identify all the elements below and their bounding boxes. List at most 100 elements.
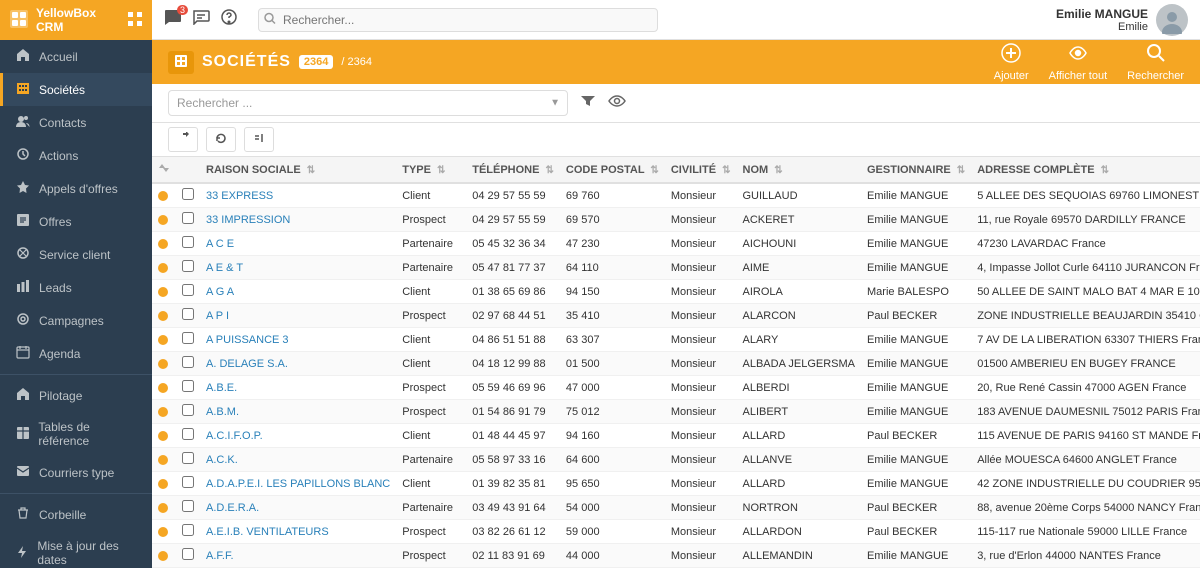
sidebar-item-appels[interactable]: Appels d'offres (0, 172, 152, 205)
sidebar-label-agenda: Agenda (39, 347, 80, 361)
show-all-button[interactable]: Afficher tout (1049, 43, 1108, 82)
sidebar-item-contacts[interactable]: Contacts (0, 106, 152, 139)
table-row: A.E.I.B. VENTILATEURS Prospect 03 82 26 … (152, 520, 1200, 544)
col-header-civilite[interactable]: CIVILITÉ ⇅ (665, 157, 737, 183)
row-checkbox[interactable] (182, 404, 194, 416)
row-telephone: 02 11 83 91 69 (466, 544, 560, 568)
row-civilite: Monsieur (665, 448, 737, 472)
sidebar-item-maj-dates[interactable]: Mise à jour des dates (0, 531, 152, 568)
row-checkbox[interactable] (182, 332, 194, 344)
add-button[interactable]: Ajouter (994, 43, 1029, 82)
sidebar-item-accueil[interactable]: Accueil (0, 40, 152, 73)
sidebar-label-contacts: Contacts (39, 116, 86, 130)
row-status-dot (158, 335, 168, 345)
row-civilite: Monsieur (665, 544, 737, 568)
row-checkbox[interactable] (182, 452, 194, 464)
row-checkbox[interactable] (182, 380, 194, 392)
row-checkbox-cell[interactable] (176, 328, 200, 352)
row-nom: ALLARD (737, 472, 862, 496)
row-raison: 33 EXPRESS (200, 183, 396, 208)
row-checkbox-cell[interactable] (176, 448, 200, 472)
col-header-adresse[interactable]: ADRESSE COMPLÈTE ⇅ (971, 157, 1200, 183)
col-header-gestionnaire[interactable]: GESTIONNAIRE ⇅ (861, 157, 971, 183)
row-checkbox[interactable] (182, 212, 194, 224)
row-type: Client (396, 472, 466, 496)
col-header-type[interactable]: TYPE ⇅ (396, 157, 466, 183)
row-checkbox-cell[interactable] (176, 208, 200, 232)
row-checkbox-cell[interactable] (176, 256, 200, 280)
row-checkbox[interactable] (182, 284, 194, 296)
row-telephone: 03 82 26 61 12 (466, 520, 560, 544)
topbar-search-input[interactable] (258, 8, 658, 32)
col-header-nom[interactable]: NOM ⇅ (737, 157, 862, 183)
col-header-codepostal[interactable]: CODE POSTAL ⇅ (560, 157, 665, 183)
row-dot-cell (152, 256, 176, 280)
row-checkbox[interactable] (182, 260, 194, 272)
row-nom: ALBERDI (737, 376, 862, 400)
sidebar-item-tables-ref[interactable]: Tables de référence (0, 412, 152, 456)
row-gestionnaire: Emilie MANGUE (861, 256, 971, 280)
row-checkbox-cell[interactable] (176, 352, 200, 376)
eye-icon[interactable] (608, 94, 626, 113)
row-civilite: Monsieur (665, 232, 737, 256)
row-checkbox-cell[interactable] (176, 544, 200, 568)
row-gestionnaire: Emilie MANGUE (861, 400, 971, 424)
row-checkbox[interactable] (182, 548, 194, 560)
search-dropdown[interactable]: Rechercher ... ▼ (168, 90, 568, 116)
row-codepostal: 69 760 (560, 183, 665, 208)
row-checkbox[interactable] (182, 500, 194, 512)
columns-btn[interactable] (244, 127, 274, 152)
row-checkbox-cell[interactable] (176, 496, 200, 520)
row-adresse: 7 AV DE LA LIBERATION 63307 THIERS Franc… (971, 328, 1200, 352)
sidebar-item-societes[interactable]: Sociétés (0, 73, 152, 106)
sidebar-item-pilotage[interactable]: Pilotage (0, 379, 152, 412)
sidebar-item-service[interactable]: Service client (0, 238, 152, 271)
row-checkbox-cell[interactable] (176, 472, 200, 496)
sort-btn[interactable] (168, 127, 198, 152)
row-status-dot (158, 287, 168, 297)
sidebar-item-campagnes[interactable]: Campagnes (0, 304, 152, 337)
sort-addr-icon: ⇅ (1101, 165, 1109, 176)
row-adresse: 183 AVENUE DAUMESNIL 75012 PARIS France (971, 400, 1200, 424)
sidebar-item-corbeille[interactable]: Corbeille (0, 498, 152, 531)
col-header-telephone[interactable]: TÉLÉPHONE ⇅ (466, 157, 560, 183)
chat-icon[interactable] (192, 9, 210, 30)
row-checkbox[interactable] (182, 236, 194, 248)
row-dot-cell (152, 352, 176, 376)
refresh-btn[interactable] (206, 127, 236, 152)
filter-icon[interactable] (580, 94, 596, 113)
row-adresse: 42 ZONE INDUSTRIELLE DU COUDRIER 95650 B… (971, 472, 1200, 496)
row-checkbox-cell[interactable] (176, 400, 200, 424)
sidebar-item-leads[interactable]: Leads (0, 271, 152, 304)
row-checkbox-cell[interactable] (176, 232, 200, 256)
row-checkbox-cell[interactable] (176, 520, 200, 544)
search-select[interactable]: Rechercher ... (168, 90, 568, 116)
row-checkbox[interactable] (182, 308, 194, 320)
col-header-raison[interactable]: RAISON SOCIALE ⇅ (200, 157, 396, 183)
row-nom: GUILLAUD (737, 183, 862, 208)
page-count: 2364 (299, 55, 333, 69)
row-checkbox[interactable] (182, 524, 194, 536)
sidebar-item-courriers[interactable]: Courriers type (0, 456, 152, 489)
row-checkbox[interactable] (182, 476, 194, 488)
sidebar-item-actions[interactable]: Actions (0, 139, 152, 172)
lightning-icon (15, 545, 29, 562)
help-icon[interactable] (220, 8, 238, 31)
row-checkbox-cell[interactable] (176, 376, 200, 400)
search-action-icon (1146, 43, 1166, 68)
sidebar-logo[interactable]: YellowBox CRM (0, 0, 152, 40)
row-checkbox-cell[interactable] (176, 183, 200, 208)
search-button[interactable]: Rechercher (1127, 43, 1184, 82)
row-checkbox-cell[interactable] (176, 280, 200, 304)
row-checkbox-cell[interactable] (176, 424, 200, 448)
sidebar-label-accueil: Accueil (39, 50, 78, 64)
row-checkbox[interactable] (182, 428, 194, 440)
row-checkbox-cell[interactable] (176, 304, 200, 328)
sidebar-item-agenda[interactable]: Agenda (0, 337, 152, 370)
messages-icon[interactable]: 3 (164, 9, 182, 30)
row-checkbox[interactable] (182, 188, 194, 200)
topbar-search[interactable] (258, 8, 658, 32)
row-checkbox[interactable] (182, 356, 194, 368)
sidebar-item-offres[interactable]: Offres (0, 205, 152, 238)
row-civilite: Monsieur (665, 352, 737, 376)
